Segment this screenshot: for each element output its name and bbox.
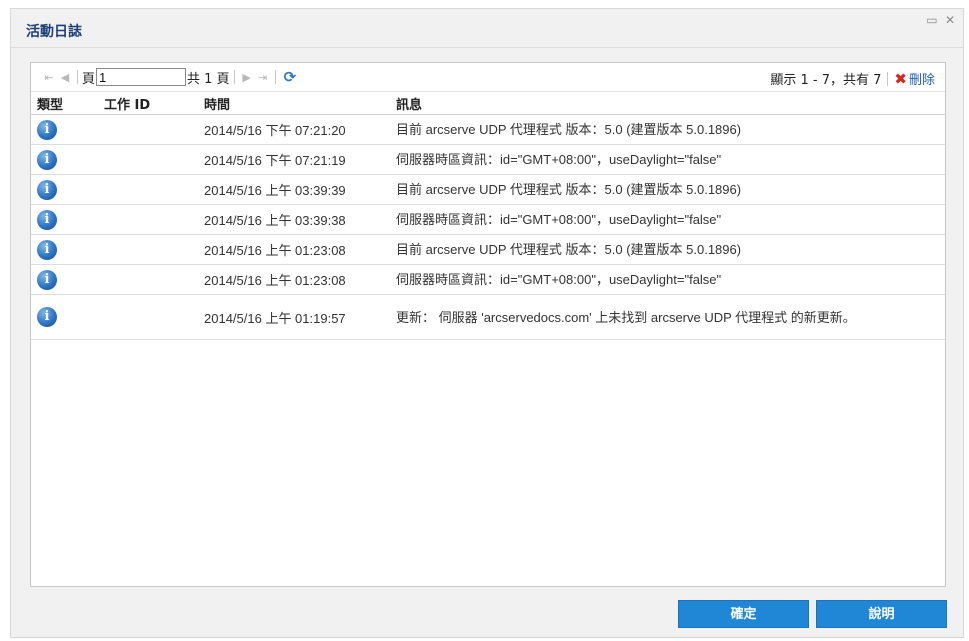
message-cell: 目前 arcserve UDP 代理程式 版本：5.0 (建置版本 5.0.18… <box>396 114 945 145</box>
table-row[interactable]: i 2014/5/16 上午 03:39:39 目前 arcserve UDP … <box>31 174 945 205</box>
last-page-icon[interactable]: ⇥ <box>255 71 271 84</box>
table-row[interactable]: i 2014/5/16 上午 01:23:08 目前 arcserve UDP … <box>31 234 945 265</box>
time-cell: 2014/5/16 上午 01:23:08 <box>204 264 396 295</box>
message-cell: 伺服器時區資訊：id="GMT+08:00"，useDaylight="fals… <box>396 204 945 235</box>
info-icon: i <box>37 239 57 260</box>
display-count-text: 顯示 1 - 7，共有 7 <box>770 73 882 88</box>
prev-page-icon[interactable]: ◀ <box>57 71 73 84</box>
info-icon: i <box>37 209 57 230</box>
delete-link[interactable]: 刪除 <box>909 69 935 88</box>
toolbar-divider <box>233 70 235 84</box>
help-button[interactable]: 說明 <box>816 600 947 628</box>
page-label: 頁 <box>82 71 96 87</box>
time-cell: 2014/5/16 上午 01:23:08 <box>204 234 396 265</box>
log-panel: ⇤ ◀ 頁 共 1 頁 ▶ ⇥ ⟳ 顯示 1 - 7，共有 7 ✖ 刪除 <box>30 62 946 587</box>
message-cell: 目前 arcserve UDP 代理程式 版本：5.0 (建置版本 5.0.18… <box>396 174 945 205</box>
time-cell: 2014/5/16 下午 07:21:19 <box>204 144 396 175</box>
toolbar-divider <box>274 70 276 84</box>
refresh-icon[interactable]: ⟳ <box>284 68 297 86</box>
column-header-message[interactable]: 訊息 <box>396 92 945 115</box>
job-id-cell <box>104 144 204 175</box>
close-icon[interactable]: ✕ <box>945 13 955 27</box>
next-page-icon[interactable]: ▶ <box>239 71 255 84</box>
dialog-titlebar: 活動日誌 ▭ ✕ <box>11 9 963 48</box>
column-header-type[interactable]: 類型 <box>31 92 104 115</box>
paging-toolbar: ⇤ ◀ 頁 共 1 頁 ▶ ⇥ ⟳ 顯示 1 - 7，共有 7 ✖ 刪除 <box>31 63 945 92</box>
ok-button[interactable]: 確定 <box>678 600 809 628</box>
message-cell: 伺服器時區資訊：id="GMT+08:00"，useDaylight="fals… <box>396 144 945 175</box>
activity-log-dialog: 活動日誌 ▭ ✕ ⇤ ◀ 頁 共 1 頁 ▶ ⇥ ⟳ 顯示 1 - 7，共有 7 <box>10 8 964 638</box>
first-page-icon[interactable]: ⇤ <box>41 71 57 84</box>
column-header-job-id[interactable]: 工作 ID <box>104 92 204 115</box>
table-row[interactable]: i 2014/5/16 下午 07:21:20 目前 arcserve UDP … <box>31 114 945 145</box>
time-cell: 2014/5/16 上午 03:39:39 <box>204 174 396 205</box>
window-controls: ▭ ✕ <box>922 13 955 27</box>
delete-icon[interactable]: ✖ <box>894 70 907 88</box>
table-header-row: 類型 工作 ID 時間 訊息 <box>31 92 945 115</box>
toolbar-divider <box>887 71 889 86</box>
record-info: 顯示 1 - 7，共有 7 ✖ 刪除 <box>770 69 935 89</box>
page-total-label: 共 1 頁 <box>187 71 230 87</box>
table-row[interactable]: i 2014/5/16 上午 01:23:08 伺服器時區資訊：id="GMT+… <box>31 264 945 295</box>
job-id-cell <box>104 294 204 340</box>
restore-icon[interactable]: ▭ <box>926 13 937 27</box>
info-icon: i <box>37 179 57 200</box>
activity-log-table: 類型 工作 ID 時間 訊息 i 2014/5/16 下午 07:21:20 目… <box>31 92 945 340</box>
message-cell: 伺服器時區資訊：id="GMT+08:00"，useDaylight="fals… <box>396 264 945 295</box>
job-id-cell <box>104 264 204 295</box>
job-id-cell <box>104 174 204 205</box>
table-row[interactable]: i 2014/5/16 上午 03:39:38 伺服器時區資訊：id="GMT+… <box>31 204 945 235</box>
dialog-title: 活動日誌 <box>26 24 82 40</box>
column-header-time[interactable]: 時間 <box>204 92 396 115</box>
time-cell: 2014/5/16 上午 03:39:38 <box>204 204 396 235</box>
time-cell: 2014/5/16 下午 07:21:20 <box>204 114 396 145</box>
pager: ⇤ ◀ 頁 共 1 頁 ▶ ⇥ ⟳ <box>41 67 296 87</box>
toolbar-divider <box>77 70 78 84</box>
time-cell: 2014/5/16 上午 01:19:57 <box>204 294 396 340</box>
job-id-cell <box>104 114 204 145</box>
job-id-cell <box>104 204 204 235</box>
info-icon: i <box>37 269 57 290</box>
page-number-input[interactable] <box>96 68 187 86</box>
message-cell: 目前 arcserve UDP 代理程式 版本：5.0 (建置版本 5.0.18… <box>396 234 945 265</box>
info-icon: i <box>37 149 57 170</box>
table-row[interactable]: i 2014/5/16 上午 01:19:57 更新： 伺服器 'arcserv… <box>31 294 945 340</box>
table-row[interactable]: i 2014/5/16 下午 07:21:19 伺服器時區資訊：id="GMT+… <box>31 144 945 175</box>
job-id-cell <box>104 234 204 265</box>
message-cell: 更新： 伺服器 'arcservedocs.com' 上未找到 arcserve… <box>396 294 945 340</box>
info-icon: i <box>37 307 57 327</box>
info-icon: i <box>37 119 57 140</box>
